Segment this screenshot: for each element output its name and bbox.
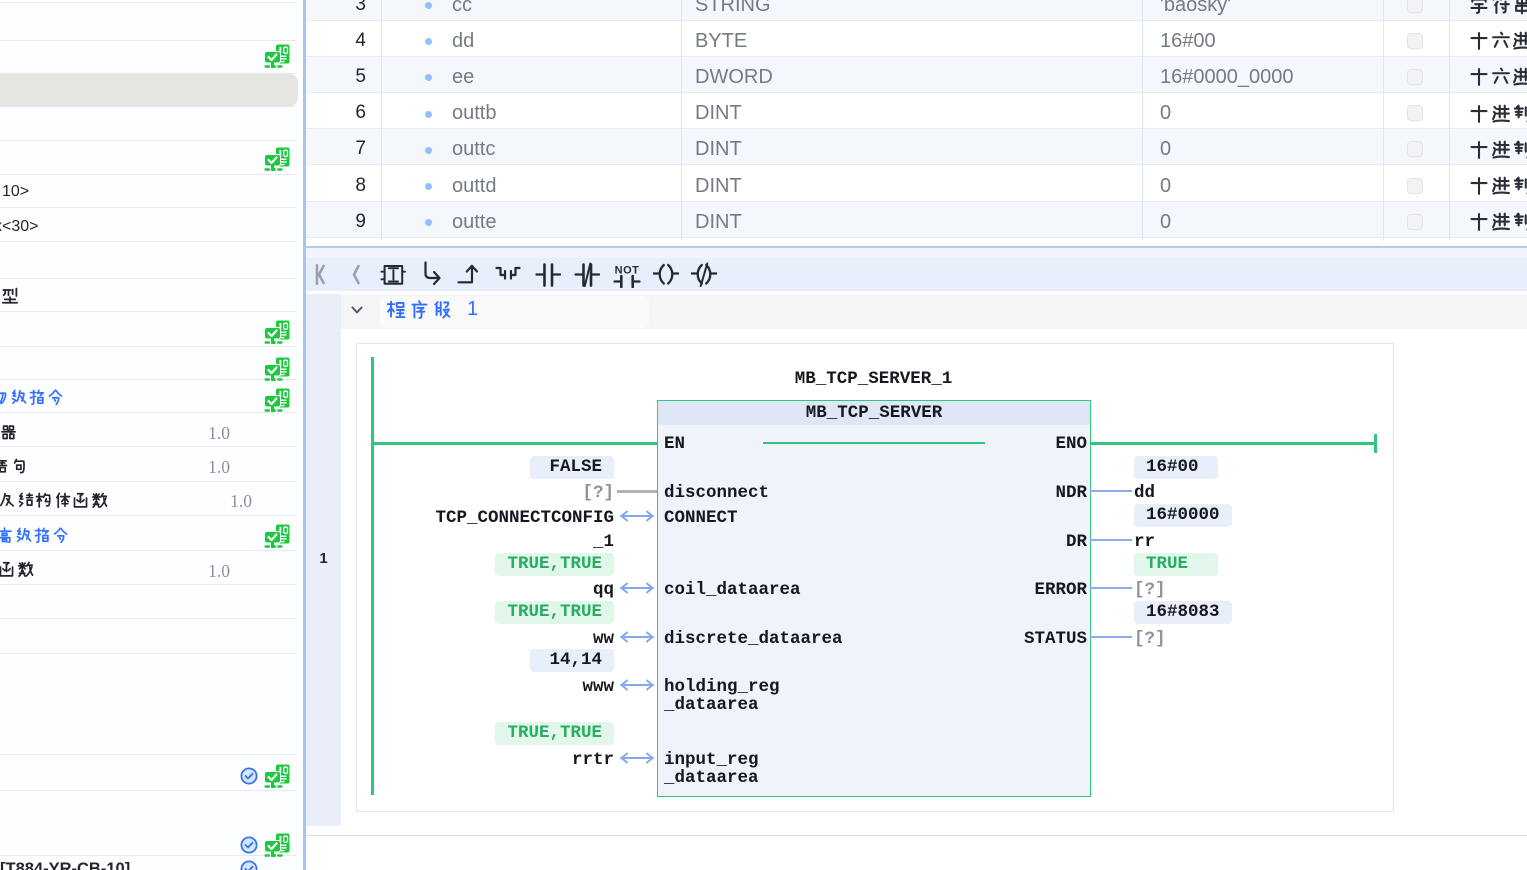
- svg-text:NOT: NOT: [615, 265, 640, 277]
